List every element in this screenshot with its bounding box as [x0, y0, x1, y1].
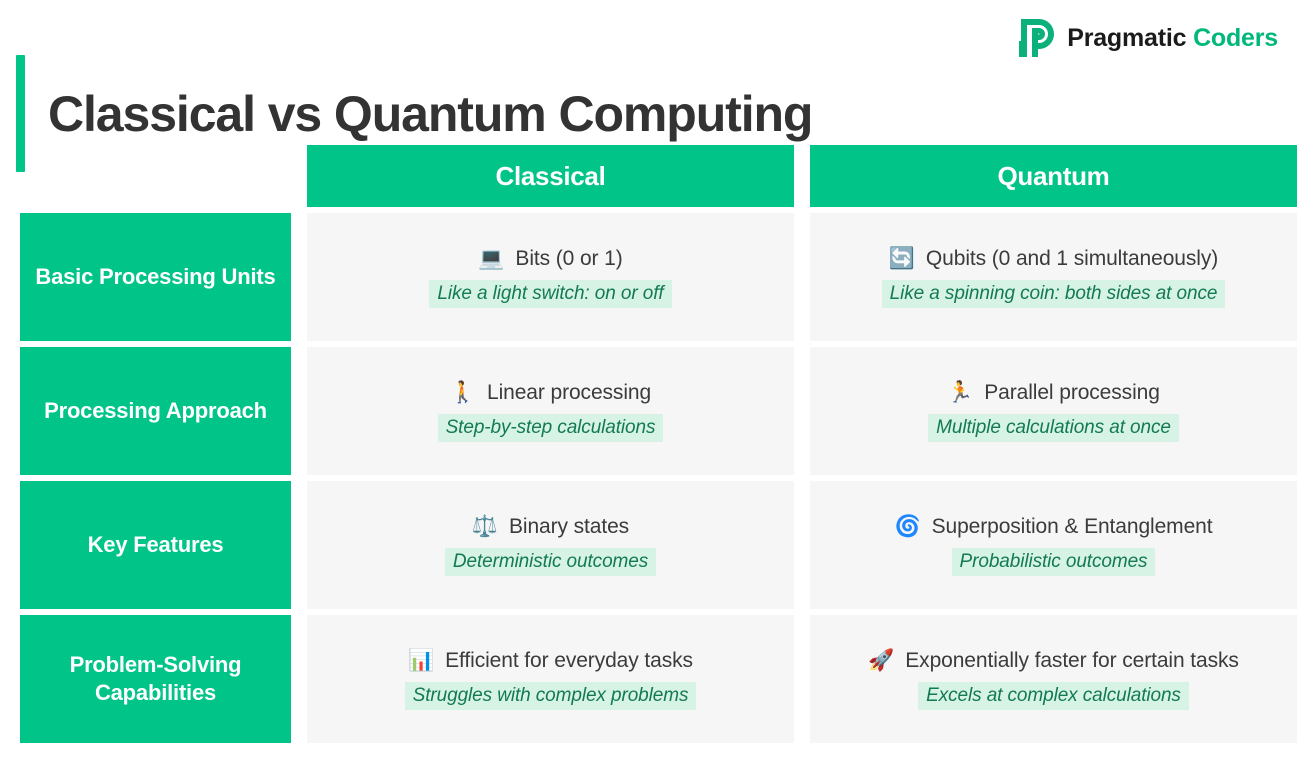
column-header-quantum: Quantum: [810, 145, 1297, 207]
table-row: Basic Processing Units 💻 Bits (0 or 1) L…: [20, 213, 1297, 341]
cell-sub-text: Like a spinning coin: both sides at once: [881, 279, 1226, 309]
balance-scale-emoji: ⚖️: [471, 514, 498, 538]
walking-person-emoji: 🚶: [449, 380, 476, 404]
cell-main-line: 🔄 Qubits (0 and 1 simultaneously): [889, 246, 1218, 271]
brand-name: Pragmatic Coders: [1067, 24, 1278, 53]
cell-classical-key-features: ⚖️ Binary states Deterministic outcomes: [307, 481, 794, 609]
page-header: Pragmatic Coders Classical vs Quantum Co…: [0, 0, 1300, 172]
table-header-row: Classical Quantum: [20, 145, 1297, 207]
row-label-processing-approach: Processing Approach: [20, 347, 291, 475]
brand-logo: Pragmatic Coders: [1018, 17, 1278, 59]
cyclone-emoji: 🌀: [894, 514, 921, 538]
table-row: Key Features ⚖️ Binary states Determinis…: [20, 481, 1297, 609]
cell-main-text: Efficient for everyday tasks: [445, 648, 693, 672]
table-row: Processing Approach 🚶 Linear processing …: [20, 347, 1297, 475]
pragmatic-coders-p-mark-icon: [1019, 19, 1055, 57]
row-label-key-features: Key Features: [20, 481, 291, 609]
column-header-classical: Classical: [307, 145, 794, 207]
cell-main-text: Superposition & Entanglement: [931, 514, 1213, 538]
comparison-table: Classical Quantum Basic Processing Units…: [20, 145, 1297, 743]
cell-main-line: 🚀 Exponentially faster for certain tasks: [868, 648, 1239, 673]
cell-main-text: Exponentially faster for certain tasks: [905, 648, 1239, 672]
cell-quantum-problem-solving-capabilities: 🚀 Exponentially faster for certain tasks…: [810, 615, 1297, 743]
running-person-emoji: 🏃: [947, 380, 974, 404]
brand-name-accent: Coders: [1193, 23, 1278, 52]
counterclockwise-arrows-emoji: 🔄: [888, 246, 915, 270]
cell-main-line: 📊 Efficient for everyday tasks: [408, 648, 693, 673]
cell-sub-text: Deterministic outcomes: [444, 547, 657, 577]
cell-sub-text: Multiple calculations at once: [928, 413, 1179, 443]
row-label-basic-processing-units: Basic Processing Units: [20, 213, 291, 341]
cell-main-text: Binary states: [508, 514, 630, 538]
table-row: Problem-Solving Capabilities 📊 Efficient…: [20, 615, 1297, 743]
cell-main-text: Qubits (0 and 1 simultaneously): [925, 246, 1219, 270]
cell-main-line: 💻 Bits (0 or 1): [478, 246, 622, 271]
cell-main-line: 🌀 Superposition & Entanglement: [895, 514, 1213, 539]
cell-sub-text: Struggles with complex problems: [404, 681, 697, 711]
cell-main-text: Parallel processing: [984, 380, 1160, 404]
cell-sub-text: Like a light switch: on or off: [429, 279, 672, 309]
brand-name-primary: Pragmatic: [1067, 23, 1187, 52]
table-corner-spacer: [20, 145, 291, 207]
cell-quantum-basic-processing-units: 🔄 Qubits (0 and 1 simultaneously) Like a…: [810, 213, 1297, 341]
cell-classical-problem-solving-capabilities: 📊 Efficient for everyday tasks Struggles…: [307, 615, 794, 743]
cell-main-text: Linear processing: [486, 380, 652, 404]
bar-chart-emoji: 📊: [408, 648, 435, 672]
cell-main-line: ⚖️ Binary states: [472, 514, 629, 539]
cell-classical-processing-approach: 🚶 Linear processing Step-by-step calcula…: [307, 347, 794, 475]
laptop-emoji: 💻: [478, 246, 505, 270]
cell-main-line: 🏃 Parallel processing: [947, 380, 1160, 405]
cell-sub-text: Excels at complex calculations: [918, 681, 1189, 711]
cell-quantum-key-features: 🌀 Superposition & Entanglement Probabili…: [810, 481, 1297, 609]
cell-sub-text: Probabilistic outcomes: [951, 547, 1156, 577]
cell-classical-basic-processing-units: 💻 Bits (0 or 1) Like a light switch: on …: [307, 213, 794, 341]
cell-quantum-processing-approach: 🏃 Parallel processing Multiple calculati…: [810, 347, 1297, 475]
row-label-problem-solving-capabilities: Problem-Solving Capabilities: [20, 615, 291, 743]
cell-sub-text: Step-by-step calculations: [437, 413, 664, 443]
cell-main-text: Bits (0 or 1): [515, 246, 623, 270]
cell-main-line: 🚶 Linear processing: [450, 380, 651, 405]
page-title: Classical vs Quantum Computing: [48, 85, 813, 142]
rocket-emoji: 🚀: [868, 648, 895, 672]
